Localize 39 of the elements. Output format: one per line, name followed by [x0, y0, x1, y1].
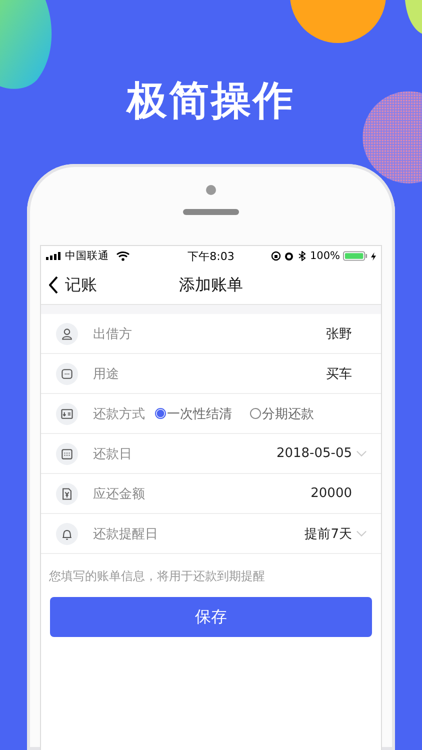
save-button[interactable]: 保存 — [50, 597, 372, 637]
battery-icon — [342, 251, 368, 261]
field-value[interactable]: 买车 — [326, 364, 352, 382]
wifi-icon — [116, 251, 130, 261]
radio-option[interactable]: 一次性结清 — [155, 404, 232, 422]
dropdown-icon[interactable] — [356, 530, 367, 537]
status-time: 下午8:03 — [188, 248, 234, 264]
field-value[interactable]: 提前7天 — [304, 524, 352, 542]
camera-dot — [206, 185, 216, 195]
field-label: 用途 — [93, 366, 119, 382]
field-label: 还款方式 — [93, 406, 145, 422]
info-note: 您填写的账单信息，将用于还款到期提醒 — [49, 568, 266, 585]
alarm-icon — [284, 251, 294, 261]
back-chevron-icon[interactable] — [49, 276, 59, 294]
field-value[interactable]: 2018-05-05 — [276, 446, 352, 461]
yen-document-icon — [56, 482, 78, 504]
chat-icon — [56, 362, 78, 384]
speaker-slot — [183, 209, 239, 215]
card-icon — [56, 402, 78, 424]
carrier-name: 中国联通 — [65, 249, 109, 263]
field-label: 应还金额 — [93, 486, 145, 502]
field-label: 出借方 — [93, 326, 132, 342]
lock-rotation-icon — [270, 251, 281, 261]
dropdown-icon[interactable] — [356, 450, 367, 457]
bell-icon — [56, 522, 78, 544]
page-title: 添加账单 — [179, 274, 243, 296]
charging-icon — [370, 252, 376, 260]
bluetooth-icon — [296, 251, 307, 261]
field-value[interactable]: 20000 — [310, 486, 352, 501]
radio-option[interactable]: 分期还款 — [250, 404, 314, 422]
headline: 极简操作 — [127, 77, 295, 126]
back-button[interactable]: 记账 — [41, 274, 105, 296]
calendar-icon — [56, 442, 78, 464]
field-label: 还款提醒日 — [93, 526, 158, 542]
field-value[interactable]: 张野 — [326, 324, 352, 342]
battery-percent: 100% — [310, 250, 340, 262]
person-icon — [56, 322, 78, 344]
signal-icon — [46, 252, 62, 260]
field-label: 还款日 — [93, 446, 132, 462]
